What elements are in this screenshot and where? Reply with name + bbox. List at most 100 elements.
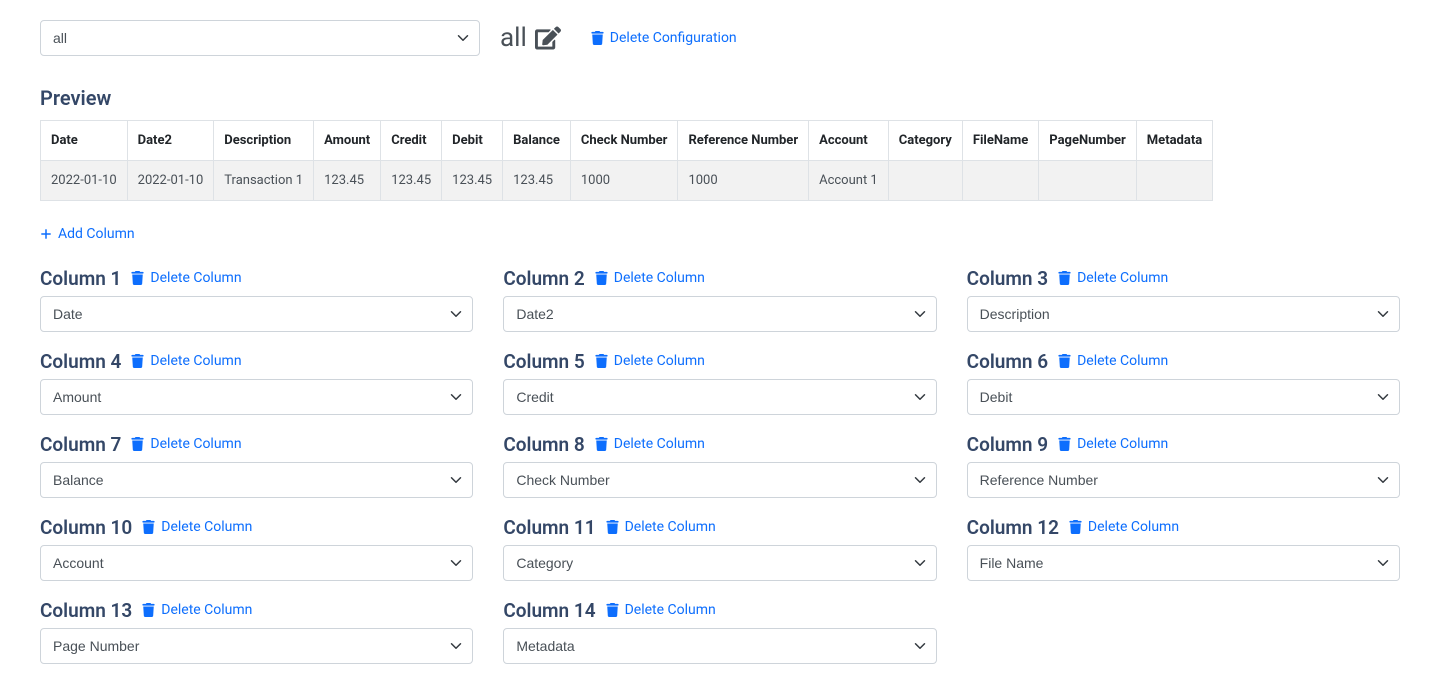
table-header-cell: Check Number [570,121,678,161]
table-header-cell: Account [809,121,889,161]
add-column-link[interactable]: Add Column [40,226,135,242]
delete-column-link[interactable]: Delete Column [1058,436,1168,452]
column-type-select[interactable]: Date2 [503,296,936,332]
table-cell [1136,161,1212,201]
delete-column-link[interactable]: Delete Column [595,436,705,452]
delete-column-link[interactable]: Delete Column [1058,270,1168,286]
column-config-cell: Column 12 Delete Column File Name [967,516,1400,581]
delete-column-label: Delete Column [150,353,241,369]
column-type-select[interactable]: Balance [40,462,473,498]
column-title: Column 1 [40,267,121,290]
trash-icon [595,437,608,451]
column-type-select[interactable]: Description [967,296,1400,332]
column-header: Column 12 Delete Column [967,516,1400,539]
delete-column-link[interactable]: Delete Column [606,519,716,535]
column-type-select[interactable]: Credit [503,379,936,415]
column-title: Column 11 [503,516,595,539]
column-config-cell: Column 11 Delete Column Category [503,516,936,581]
column-header: Column 6 Delete Column [967,350,1400,373]
delete-column-label: Delete Column [614,436,705,452]
column-type-select[interactable]: Account [40,545,473,581]
table-header-cell: Date [41,121,128,161]
column-type-select[interactable]: File Name [967,545,1400,581]
column-title: Column 3 [967,267,1048,290]
table-cell: 2022-01-10 [127,161,214,201]
columns-grid: Column 1 Delete Column Date Column 2Delete … [40,267,1400,664]
table-cell: Transaction 1 [214,161,314,201]
column-type-select[interactable]: Reference Number [967,462,1400,498]
delete-column-link[interactable]: Delete Column [1058,353,1168,369]
column-config-cell: Column 14Delete ColumnMetadata [503,599,936,664]
trash-icon [131,271,144,285]
table-cell [962,161,1038,201]
configuration-select[interactable]: all [40,20,480,56]
table-cell: 1000 [570,161,678,201]
column-config-cell: Column 4 Delete Column Amount [40,350,473,415]
table-cell [888,161,962,201]
column-title: Column 12 [967,516,1059,539]
delete-column-label: Delete Column [1077,436,1168,452]
table-row: 2022-01-102022-01-10Transaction 1123.451… [41,161,1213,201]
trash-icon [606,603,619,617]
trash-icon [131,437,144,451]
delete-configuration-link[interactable]: Delete Configuration [591,30,737,46]
column-config-cell: Column 5Delete Column Credit [503,350,936,415]
column-header: Column 5Delete Column [503,350,936,373]
column-header: Column 4 Delete Column [40,350,473,373]
column-type-select[interactable]: Check Number [503,462,936,498]
column-type-select[interactable]: Debit [967,379,1400,415]
delete-column-link[interactable]: Delete Column [131,270,241,286]
column-header: Column 11 Delete Column [503,516,936,539]
table-cell: 123.45 [314,161,381,201]
delete-column-label: Delete Column [161,602,252,618]
delete-column-link[interactable]: Delete Column [1069,519,1179,535]
column-header: Column 13Delete Column [40,599,473,622]
table-header-cell: Amount [314,121,381,161]
column-type-select[interactable]: Date [40,296,473,332]
trash-icon [1069,520,1082,534]
table-header-row: DateDate2DescriptionAmountCreditDebitBal… [41,121,1213,161]
column-type-select[interactable]: Amount [40,379,473,415]
delete-column-link[interactable]: Delete Column [131,436,241,452]
delete-column-label: Delete Column [614,353,705,369]
delete-column-link[interactable]: Delete Column [595,270,705,286]
table-cell: 123.45 [442,161,503,201]
column-config-cell: Column 1 Delete Column Date [40,267,473,332]
delete-column-link[interactable]: Delete Column [131,353,241,369]
add-column-label: Add Column [58,226,135,242]
plus-icon [40,228,52,240]
trash-icon [1058,437,1071,451]
column-config-cell: Column 6 Delete Column Debit [967,350,1400,415]
column-config-cell: Column 13Delete Column Page Number [40,599,473,664]
column-type-select[interactable]: Metadata [503,628,936,664]
trash-icon [595,271,608,285]
column-header: Column 10 Delete Column [40,516,473,539]
column-header: Column 8Delete Column [503,433,936,456]
configuration-title: all [500,23,527,53]
table-cell: 123.45 [381,161,442,201]
column-type-select[interactable]: Category [503,545,936,581]
table-header-cell: Metadata [1136,121,1212,161]
delete-column-label: Delete Column [1077,270,1168,286]
trash-icon [142,520,155,534]
delete-column-label: Delete Column [614,270,705,286]
column-title: Column 4 [40,350,121,373]
column-type-select[interactable]: Page Number [40,628,473,664]
table-header-cell: Balance [503,121,571,161]
table-header-cell: Date2 [127,121,214,161]
delete-column-link[interactable]: Delete Column [142,602,252,618]
column-title: Column 6 [967,350,1048,373]
column-header: Column 2Delete Column [503,267,936,290]
column-title: Column 10 [40,516,132,539]
delete-column-label: Delete Column [161,519,252,535]
delete-column-link[interactable]: Delete Column [595,353,705,369]
column-config-cell: Column 7Delete ColumnBalance [40,433,473,498]
column-config-cell: Column 8Delete Column Check Number [503,433,936,498]
top-row: all all Delete Configuration [40,20,1400,56]
delete-column-label: Delete Column [1088,519,1179,535]
edit-icon[interactable] [535,25,561,51]
table-header-cell: Debit [442,121,503,161]
table-cell: 1000 [678,161,809,201]
delete-column-link[interactable]: Delete Column [606,602,716,618]
delete-column-link[interactable]: Delete Column [142,519,252,535]
